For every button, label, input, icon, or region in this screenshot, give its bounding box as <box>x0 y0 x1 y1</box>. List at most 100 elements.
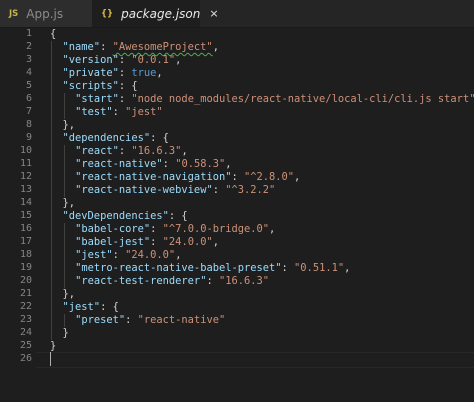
indent-guide <box>63 145 65 158</box>
tab-package-json[interactable]: {} package.json × <box>92 0 219 27</box>
tab-label: package.json <box>121 6 201 21</box>
indent-guide <box>51 171 52 184</box>
code-text: "react-test-renderer": "16.6.3" <box>75 275 269 287</box>
indent-guide <box>51 288 52 301</box>
indent-guide <box>51 67 52 80</box>
code-token: "babel-core" <box>75 223 151 235</box>
code-token: : <box>212 184 226 196</box>
indent-guide <box>51 119 52 132</box>
code-line: 6 "start": "node node_modules/react-nativ… <box>0 93 474 106</box>
code-text: "name": "AwesomeProject", <box>63 41 219 53</box>
code-token: }, <box>62 288 76 300</box>
code-token: "node node_modules/react-native/local-cl… <box>131 93 474 105</box>
indent-guide <box>51 93 52 106</box>
code-token: , <box>175 54 182 66</box>
code-token: "version" <box>62 54 119 66</box>
code-token: : <box>118 54 132 66</box>
code-token: : <box>162 158 176 170</box>
code-token: , <box>294 171 301 183</box>
indent-guide <box>63 223 65 236</box>
code-token: "0.0.1" <box>131 54 176 66</box>
code-text: "version": "0.0.1", <box>63 54 182 66</box>
code-token: "^3.2.2" <box>225 184 276 196</box>
code-token: "dependencies" <box>62 132 151 144</box>
code-token: true <box>131 67 157 79</box>
code-text: "private": true, <box>63 67 163 79</box>
code-line: 4 "private": true, <box>0 67 474 80</box>
code-token: , <box>269 223 276 235</box>
code-token: } <box>62 327 69 339</box>
line-number: 5 <box>25 80 32 91</box>
code-token: , <box>156 67 163 79</box>
code-text: "start": "node node_modules/react-native… <box>75 93 474 105</box>
code-text: } <box>50 340 56 352</box>
code-token: : <box>231 171 244 183</box>
line-number: 25 <box>19 340 32 351</box>
indent-guide <box>63 314 65 327</box>
line-number: 20 <box>19 275 32 286</box>
code-text: "babel-jest": "24.0.0", <box>75 236 219 248</box>
code-token: "react-native" <box>137 314 226 326</box>
code-token: "react-native" <box>75 158 163 170</box>
indent-guide <box>63 262 65 275</box>
line-number: 1 <box>25 28 32 39</box>
code-token: "react-native-navigation" <box>75 171 232 183</box>
indent-guide <box>51 262 52 275</box>
code-line: 16 "babel-core": "^7.0.0-bridge.0", <box>0 223 474 236</box>
indent-guide <box>51 184 52 197</box>
indent-guide <box>63 275 65 288</box>
code-token: "name" <box>62 41 101 53</box>
indent-guide <box>51 301 52 314</box>
indent-guide <box>51 41 52 54</box>
indent-guide <box>51 158 52 171</box>
code-token: : <box>118 67 132 79</box>
line-number: 22 <box>19 301 32 312</box>
close-icon[interactable]: × <box>209 7 218 20</box>
line-number: 12 <box>19 171 32 182</box>
line-number: 15 <box>19 210 32 221</box>
indent-guide <box>51 80 52 93</box>
indent-guide <box>51 314 52 327</box>
code-token: : <box>112 249 126 261</box>
code-token: : <box>112 106 126 118</box>
line-number: 9 <box>25 132 32 143</box>
code-text: "scripts": { <box>63 80 138 92</box>
code-text: }, <box>63 197 76 209</box>
code-token: "jest" <box>125 106 163 118</box>
code-token: : <box>206 275 219 287</box>
indent-guide <box>63 184 65 197</box>
code-token: , <box>181 145 188 157</box>
code-token: "private" <box>62 67 119 79</box>
indent-guide <box>51 249 52 262</box>
code-token: "react-native-webview" <box>75 184 213 196</box>
code-token: "react-test-renderer" <box>75 275 207 287</box>
code-text: "metro-react-native-babel-preset": "0.51… <box>75 262 350 274</box>
code-token: }, <box>62 197 76 209</box>
code-text: "react-native-webview": "^3.2.2" <box>75 184 275 196</box>
code-token: "preset" <box>75 314 126 326</box>
line-number: 19 <box>19 262 32 273</box>
json-file-icon: {} <box>101 8 114 19</box>
indent-guide <box>51 106 52 119</box>
line-number: 13 <box>19 184 32 195</box>
code-token: "0.51.1" <box>294 262 345 274</box>
code-token: "react" <box>75 145 119 157</box>
code-line: 18 "jest": "24.0.0", <box>0 249 474 262</box>
code-token: "^2.8.0" <box>244 171 295 183</box>
indent-guide <box>51 210 52 223</box>
line-number: 16 <box>19 223 32 234</box>
code-token: "babel-jest" <box>75 236 151 248</box>
code-token: "24.0.0" <box>162 236 213 248</box>
code-token: : <box>281 262 295 274</box>
indent-guide <box>63 158 65 171</box>
code-editor[interactable]: 1{2 "name": "AwesomeProject", 3 "version": … <box>0 28 474 402</box>
tab-app-js[interactable]: JS App.js <box>0 0 92 27</box>
code-line: 20 "react-test-renderer": "16.6.3" <box>0 275 474 288</box>
code-line: 1{ <box>0 28 474 41</box>
code-token: "AwesomeProject" <box>112 41 213 53</box>
code-line: 9 "dependencies": { <box>0 132 474 145</box>
code-text: "react": "16.6.3", <box>75 145 188 157</box>
indent-guide <box>63 93 65 106</box>
code-token: { <box>50 28 57 40</box>
indent-guide <box>51 236 52 249</box>
